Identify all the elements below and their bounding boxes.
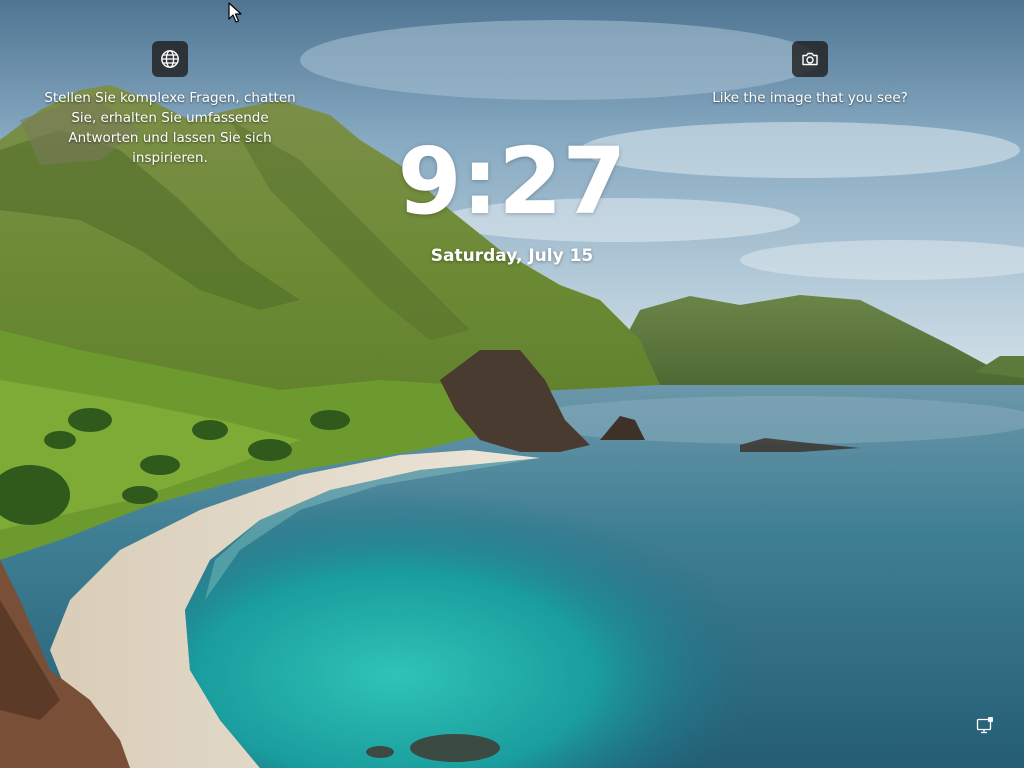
globe-icon bbox=[161, 50, 179, 68]
globe-icon-button[interactable] bbox=[152, 41, 188, 77]
mouse-cursor-icon bbox=[228, 2, 242, 23]
copilot-promo-line: Stellen Sie komplexe Fragen, chatten bbox=[44, 90, 296, 106]
lock-screen-date: Saturday, July 15 bbox=[430, 246, 594, 266]
network-icon[interactable] bbox=[975, 716, 995, 736]
spotlight-like-text[interactable]: Like the image that you see? bbox=[680, 88, 940, 108]
copilot-promo-text[interactable]: Stellen Sie komplexe Fragen, chatten Sie… bbox=[20, 88, 320, 168]
copilot-promo-line: Sie, erhalten Sie umfassende bbox=[71, 110, 269, 126]
copilot-promo-line: inspirieren. bbox=[132, 150, 208, 166]
lock-screen-time: 9:27 bbox=[397, 128, 627, 235]
copilot-promo-line: Antworten und lassen Sie sich bbox=[68, 130, 272, 146]
camera-icon-button[interactable] bbox=[792, 41, 828, 77]
camera-icon bbox=[802, 52, 818, 66]
